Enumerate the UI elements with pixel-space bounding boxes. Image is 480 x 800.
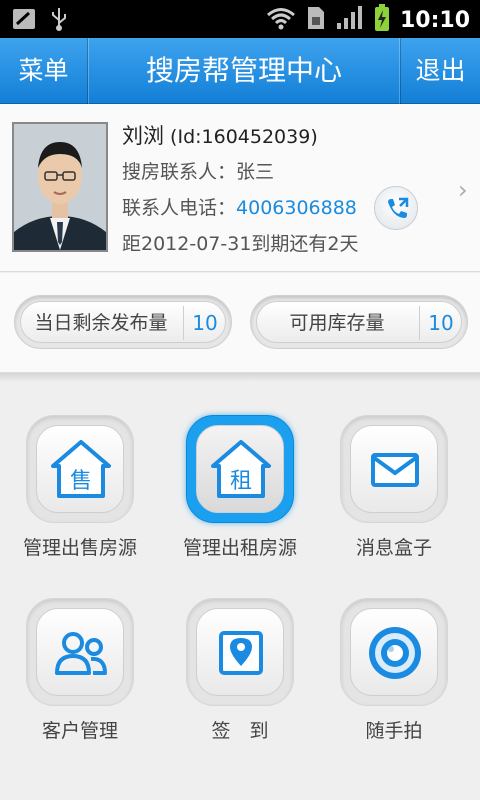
customer-management[interactable]: 客户管理	[0, 598, 160, 768]
camera-icon	[369, 627, 421, 679]
stock-label: 可用库存量	[289, 312, 385, 334]
user-id: (Id:160452039)	[170, 126, 318, 148]
status-time: 10:10	[399, 7, 470, 33]
exit-button[interactable]: 退出	[400, 38, 480, 104]
contact-label: 搜房联系人：	[122, 161, 237, 183]
quick-snap[interactable]: 随手拍	[314, 598, 474, 768]
app-header: 菜单 搜房帮管理中心 退出	[0, 38, 480, 104]
location-pin-icon	[219, 631, 263, 675]
page-title: 搜房帮管理中心	[145, 54, 342, 87]
grid-label: 客户管理	[41, 720, 118, 742]
stock-value: 10	[428, 311, 454, 335]
house-rent-icon: 租	[211, 440, 271, 498]
user-name: 刘浏	[122, 124, 164, 148]
menu-button[interactable]: 菜单	[0, 38, 88, 104]
message-box[interactable]: 消息盒子	[314, 415, 474, 585]
call-button[interactable]	[374, 186, 418, 230]
check-in[interactable]: 签 到	[160, 598, 320, 768]
grid-label: 消息盒子	[355, 537, 432, 559]
mail-icon	[371, 453, 419, 487]
wifi-icon	[266, 6, 296, 34]
sim-card-icon	[306, 5, 326, 35]
contact-row: 搜房联系人：张三	[122, 154, 359, 190]
svg-text:租: 租	[230, 469, 252, 494]
expiry-text: 距2012-07-31到期还有2天	[122, 233, 359, 255]
profile-card[interactable]: 刘浏 (Id:160452039) 搜房联系人：张三 联系人电话：4006306…	[0, 104, 480, 272]
phone-label: 联系人电话：	[122, 197, 237, 219]
phone-missed-icon	[12, 7, 36, 35]
phone-call-icon	[388, 197, 409, 218]
status-bar: 10:10	[0, 0, 480, 38]
usb-icon	[50, 6, 68, 36]
manage-sale-listings[interactable]: 售 管理出售房源	[0, 415, 160, 585]
battery-charging-icon	[374, 4, 390, 36]
customers-icon	[55, 632, 107, 675]
manage-rent-listings[interactable]: 租 管理出租房源	[160, 415, 320, 585]
stock-pill: 可用库存量 10	[250, 295, 468, 349]
contact-name: 张三	[236, 161, 275, 183]
counters-panel: 当日剩余发布量 10 可用库存量 10	[0, 273, 480, 373]
daily-quota-label: 当日剩余发布量	[34, 312, 168, 334]
name-row: 刘浏 (Id:160452039)	[122, 118, 359, 154]
daily-quota-value: 10	[192, 311, 218, 335]
chevron-right-icon: ›	[458, 176, 468, 204]
house-sale-icon: 售	[51, 440, 111, 498]
grid-label: 管理出售房源	[22, 537, 137, 559]
profile-info: 刘浏 (Id:160452039) 搜房联系人：张三 联系人电话：4006306…	[122, 118, 359, 262]
grid-label: 管理出租房源	[182, 537, 297, 559]
svg-text:售: 售	[70, 469, 92, 494]
avatar	[12, 122, 108, 252]
daily-quota-pill: 当日剩余发布量 10	[14, 295, 232, 349]
phone-row: 联系人电话：4006306888	[122, 190, 359, 226]
grid-label: 签 到	[211, 720, 269, 742]
signal-icon	[336, 5, 364, 35]
phone-number[interactable]: 4006306888	[236, 197, 357, 219]
grid-label: 随手拍	[365, 720, 423, 742]
